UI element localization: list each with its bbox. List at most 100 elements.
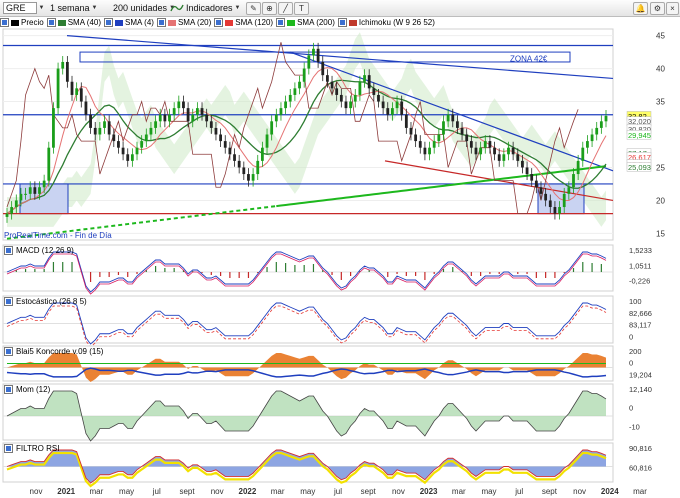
candle-body [242,167,246,175]
candle-body [168,114,171,122]
candle-body [511,147,515,155]
price-tag-label: 29,945 [628,131,651,140]
indicator-axis-label: -0,226 [629,277,650,286]
x-axis-label: sept [361,487,377,496]
panel-checkbox[interactable] [4,385,13,394]
candle-body [437,134,441,142]
x-axis-label: may [300,487,315,496]
candle-body [52,108,55,148]
panel-checkbox[interactable] [4,297,13,306]
candle-body [558,207,561,214]
x-axis-label: 2024 [601,487,619,496]
candle-body [38,187,41,194]
candle-body [107,121,111,135]
candle-body [214,127,218,135]
price-chart[interactable]: ZONA 42€ ProRealTime.com - Fin de Día 45 40… [0,0,680,498]
candle-body [418,141,422,148]
candle-body [316,48,320,62]
candle-body [302,68,306,82]
candle-body [488,141,492,148]
price-axis-label: 25 [656,163,665,172]
candle-body [70,81,74,95]
candle-body [321,61,325,76]
candle-body [47,147,51,181]
candle-body [572,174,575,188]
candle-body [251,174,255,181]
candle-body [432,141,436,148]
x-axis-label: mar [90,487,104,496]
indicator-axis-label: 100 [629,297,642,306]
x-axis-label: 2021 [57,487,75,496]
candle-body [465,134,469,142]
candle-body [391,108,394,115]
panel-title: MACD (12 26 9) [16,246,74,255]
candle-body [367,75,371,89]
candle-body [446,114,450,122]
candle-body [149,127,153,135]
x-axis-label: mar [633,487,647,496]
candle-body [548,200,552,208]
candle-body [312,48,315,56]
candle-body [451,114,455,122]
x-axis-label: jul [333,487,342,496]
candle-body [530,174,534,181]
panel-checkbox[interactable] [4,246,13,255]
candle-body [144,134,148,142]
candle-body [284,101,288,109]
candle-body [121,147,125,155]
indicator-axis-label: 0 [629,404,633,413]
candle-body [191,114,195,122]
candle-body [14,200,18,208]
price-axis-label: 35 [656,98,665,107]
panel-checkbox[interactable] [4,347,13,356]
indicator-axis-label: 1,5233 [629,246,652,255]
candle-body [260,147,264,161]
candle-body [233,154,236,161]
candle-body [581,147,585,161]
candle-body [126,154,130,161]
candle-body [93,127,97,135]
x-axis-label: may [481,487,496,496]
indicator-axis-label: 83,117 [629,321,651,330]
candle-body [65,61,69,82]
candle-body [209,121,213,128]
panel-label[interactable]: Blai5 Koncorde v.09 (15) [4,347,103,356]
indicator-axis-label: 1,0511 [629,261,651,270]
candle-body [599,121,603,128]
candle-body [61,61,65,69]
indicator-panel-stoch [2,295,614,344]
candle-body [409,127,413,135]
indicator-axis-label: -10 [629,422,640,431]
x-axis-label: nov [211,487,224,496]
panel-label[interactable]: Estocástico (26 8 5) [4,297,87,306]
x-axis-label: nov [30,487,43,496]
candle-body [219,134,222,142]
price-axis-label: 15 [656,229,665,238]
indicator-axis-label: 82,666 [629,309,652,318]
x-axis-label: nov [573,487,586,496]
candle-body [112,134,116,142]
candle-body [428,147,431,155]
x-axis-label: sept [542,487,558,496]
candle-body [200,108,204,115]
price-axis-label: 45 [656,32,665,41]
panel-label[interactable]: Mom (12) [4,385,50,394]
candle-body [325,75,329,82]
candle-body [474,147,478,155]
candle-body [172,108,176,115]
candle-body [84,101,88,115]
panel-label[interactable]: FILTRO RSI [4,444,59,453]
indicator-axis-label: 0 [629,359,633,368]
candle-body [265,134,269,148]
candle-body [483,141,487,148]
panel-checkbox[interactable] [4,444,13,453]
candle-body [103,121,106,128]
candle-body [237,160,241,168]
candle-body [42,180,46,188]
candle-body [293,88,297,95]
candle-body [372,88,376,95]
x-axis-label: nov [392,487,405,496]
candle-body [19,193,23,201]
panel-label[interactable]: MACD (12 26 9) [4,246,74,255]
candle-body [135,147,139,155]
